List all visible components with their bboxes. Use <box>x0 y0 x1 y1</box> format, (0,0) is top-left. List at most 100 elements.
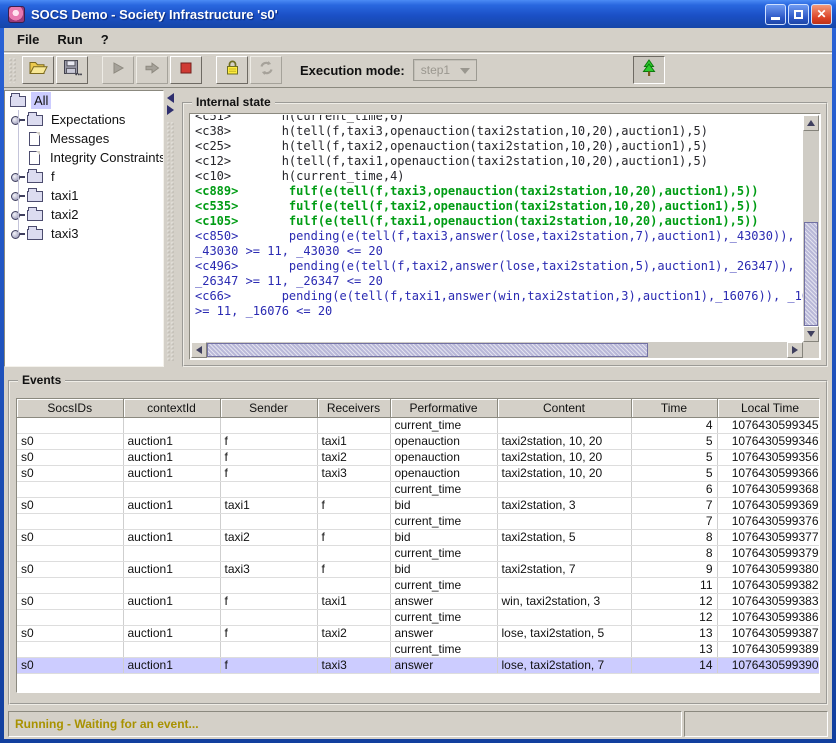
scroll-up-button[interactable] <box>803 115 819 131</box>
column-header-performative[interactable]: Performative <box>390 399 497 417</box>
table-row[interactable]: current_time121076430599386 <box>17 609 820 625</box>
tree-item-taxi3[interactable]: taxi3 <box>5 224 163 243</box>
table-cell: f <box>220 433 317 449</box>
scroll-left-button[interactable] <box>191 342 207 358</box>
table-row[interactable]: s0auction1ftaxi3openauctiontaxi2station,… <box>17 465 820 481</box>
tree-item-f[interactable]: f <box>5 167 163 186</box>
execution-mode-value: step1 <box>421 63 450 77</box>
menu-item-file[interactable]: File <box>8 29 48 50</box>
column-header-time[interactable]: Time <box>631 399 717 417</box>
column-header-sender[interactable]: Sender <box>220 399 317 417</box>
column-header-local-time[interactable]: Local Time <box>717 399 820 417</box>
folder-icon <box>27 229 43 240</box>
table-row[interactable]: current_time41076430599345 <box>17 417 820 433</box>
table-cell <box>220 417 317 433</box>
table-cell <box>317 417 390 433</box>
table-cell: 1076430599366 <box>717 465 820 481</box>
table-cell <box>497 641 631 657</box>
table-row[interactable]: current_time71076430599376 <box>17 513 820 529</box>
stop-button[interactable] <box>170 56 202 84</box>
horizontal-scrollbar[interactable] <box>191 342 803 358</box>
tree-item-expectations[interactable]: Expectations <box>5 110 163 129</box>
vertical-scrollbar[interactable] <box>803 115 819 342</box>
menu-item-help[interactable]: ? <box>92 29 118 50</box>
split-divider[interactable] <box>164 90 176 367</box>
tree-item-label: Expectations <box>48 111 128 128</box>
table-cell: win, taxi2station, 3 <box>497 593 631 609</box>
table-row[interactable]: s0auction1ftaxi2openauctiontaxi2station,… <box>17 449 820 465</box>
events-header-row: SocsIDscontextIdSenderReceiversPerformat… <box>17 399 820 417</box>
collapse-left-icon[interactable] <box>167 93 174 103</box>
maximize-icon <box>794 10 803 19</box>
title-bar: SOCS Demo - Society Infrastructure 's0' … <box>0 0 836 28</box>
table-cell: answer <box>390 593 497 609</box>
table-cell: answer <box>390 625 497 641</box>
table-cell: 1076430599389 <box>717 641 820 657</box>
scroll-right-button[interactable] <box>787 342 803 358</box>
open-button[interactable] <box>22 56 54 84</box>
table-cell <box>497 577 631 593</box>
toolbar-grip[interactable] <box>8 57 16 83</box>
table-row[interactable]: s0auction1taxi2fbidtaxi2station, 5810764… <box>17 529 820 545</box>
tree-item-label: taxi1 <box>48 187 81 204</box>
society-tree-button[interactable] <box>633 56 665 84</box>
table-row[interactable]: s0auction1ftaxi2answerlose, taxi2station… <box>17 625 820 641</box>
table-row[interactable]: s0auction1ftaxi1answerwin, taxi2station,… <box>17 593 820 609</box>
window-title: SOCS Demo - Society Infrastructure 's0' <box>31 7 763 22</box>
maximize-button[interactable] <box>788 4 809 25</box>
table-cell: f <box>317 497 390 513</box>
tree-item-messages[interactable]: Messages <box>5 129 163 148</box>
internal-state-line: _43030 >= 11, _43030 <= 20 <box>195 244 803 259</box>
internal-state-text[interactable]: <c51> h(current_time,6)<c38> h(tell(f,ta… <box>191 115 803 342</box>
step-forward-button <box>136 56 168 84</box>
table-row[interactable]: current_time81076430599379 <box>17 545 820 561</box>
table-row[interactable]: current_time61076430599368 <box>17 481 820 497</box>
expand-right-icon[interactable] <box>167 105 174 115</box>
column-header-contextid[interactable]: contextId <box>123 399 220 417</box>
tree-item-label: f <box>48 168 58 185</box>
refresh-button <box>250 56 282 84</box>
horizontal-scrollbar-thumb[interactable] <box>207 343 648 357</box>
table-cell: s0 <box>17 657 123 673</box>
table-cell: 12 <box>631 609 717 625</box>
column-header-socsids[interactable]: SocsIDs <box>17 399 123 417</box>
column-header-receivers[interactable]: Receivers <box>317 399 390 417</box>
lock-icon <box>224 59 241 81</box>
table-row[interactable]: s0auction1taxi1fbidtaxi2station, 3710764… <box>17 497 820 513</box>
table-cell: f <box>220 593 317 609</box>
vertical-scrollbar-thumb[interactable] <box>804 222 818 326</box>
lock-button[interactable] <box>216 56 248 84</box>
table-cell: 1076430599387 <box>717 625 820 641</box>
minimize-icon <box>771 17 780 20</box>
table-cell: s0 <box>17 529 123 545</box>
minimize-button[interactable] <box>765 4 786 25</box>
tree-item-taxi1[interactable]: taxi1 <box>5 186 163 205</box>
save-button[interactable] <box>56 56 88 84</box>
tree-item-all[interactable]: All <box>5 91 163 110</box>
table-cell: 9 <box>631 561 717 577</box>
table-cell: 7 <box>631 497 717 513</box>
tree-item-taxi2[interactable]: taxi2 <box>5 205 163 224</box>
table-cell: current_time <box>390 577 497 593</box>
folder-icon <box>10 96 26 107</box>
tree-item-integrity-constraints[interactable]: Integrity Constraints <box>5 148 163 167</box>
divider-grip <box>166 121 174 361</box>
table-cell <box>220 577 317 593</box>
table-cell: 11 <box>631 577 717 593</box>
table-row[interactable]: s0auction1ftaxi3answerlose, taxi2station… <box>17 657 820 673</box>
table-cell: s0 <box>17 561 123 577</box>
table-cell: auction1 <box>123 657 220 673</box>
table-cell <box>220 641 317 657</box>
column-header-content[interactable]: Content <box>497 399 631 417</box>
table-row[interactable]: current_time111076430599382 <box>17 577 820 593</box>
table-cell: taxi2station, 7 <box>497 561 631 577</box>
table-row[interactable]: s0auction1ftaxi1openauctiontaxi2station,… <box>17 433 820 449</box>
table-row[interactable]: current_time131076430599389 <box>17 641 820 657</box>
close-button[interactable]: ✕ <box>811 4 832 25</box>
menu-item-run[interactable]: Run <box>48 29 91 50</box>
table-cell: 12 <box>631 593 717 609</box>
open-folder-icon <box>29 60 48 80</box>
scroll-down-button[interactable] <box>803 326 819 342</box>
table-cell <box>317 577 390 593</box>
table-row[interactable]: s0auction1taxi3fbidtaxi2station, 7910764… <box>17 561 820 577</box>
